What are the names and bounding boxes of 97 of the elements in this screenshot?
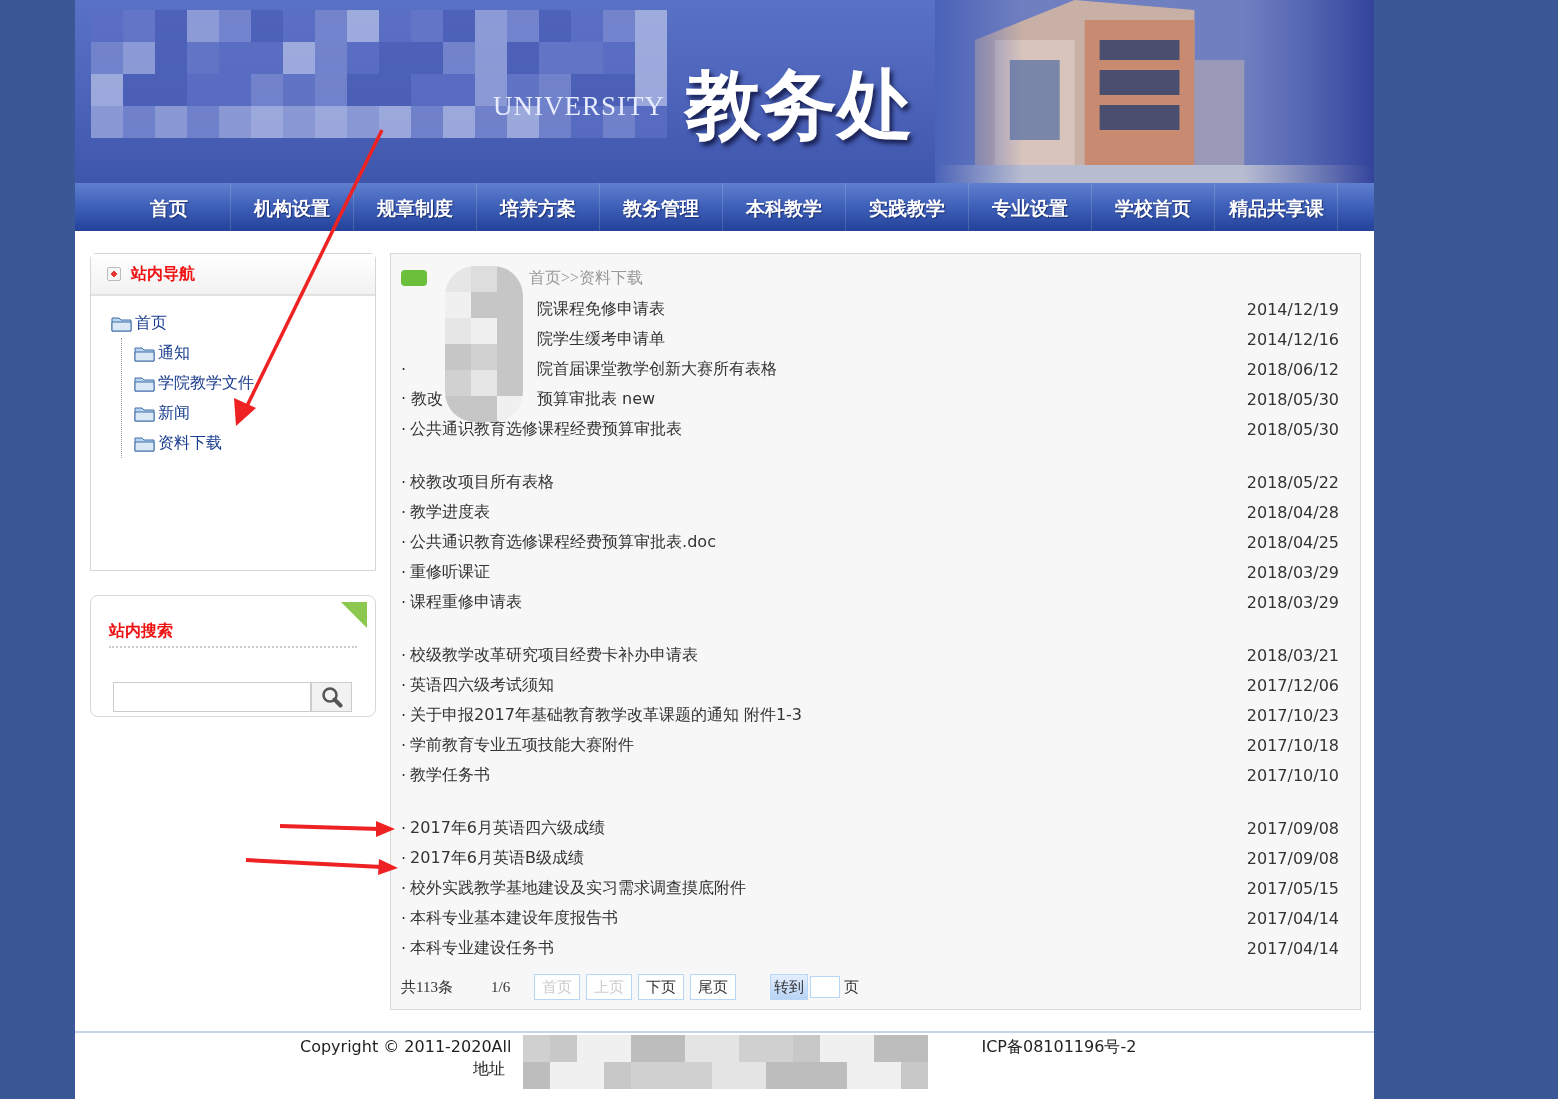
tree-item[interactable]: 通知 [158, 342, 190, 364]
folder-icon [134, 374, 156, 392]
file-link[interactable]: 院学生缓考申请单 [537, 328, 1247, 350]
date-text: 2018/05/30 [1246, 389, 1339, 409]
tab-icon [401, 270, 427, 286]
date-text: 2017/05/15 [1246, 878, 1339, 898]
file-link[interactable]: 课程重修申请表 [410, 591, 1247, 613]
nav-link[interactable]: 规章制度 [354, 183, 477, 231]
date-text: 2018/05/22 [1246, 472, 1339, 492]
file-link[interactable]: 公共通识教育选修课程经费预算审批表 [410, 418, 1247, 440]
bullet: · [401, 472, 407, 492]
pager-button[interactable]: 下页 [638, 974, 684, 1000]
page-unit: 页 [844, 977, 859, 997]
folder-icon [134, 434, 156, 452]
file-link[interactable]: 学前教育专业五项技能大赛附件 [410, 734, 1247, 756]
file-link[interactable]: 预算审批表 new [537, 388, 1247, 410]
pager-button[interactable]: 尾页 [690, 974, 736, 1000]
bullet: · [401, 502, 407, 522]
date-text: 2018/04/25 [1246, 532, 1339, 552]
file-link[interactable]: 校级教学改革研究项目经费卡补办申请表 [410, 644, 1247, 666]
folder-icon [134, 344, 156, 362]
file-link[interactable]: 教学进度表 [410, 501, 1247, 523]
tree-item[interactable]: 学院教学文件 [158, 372, 254, 394]
file-link[interactable]: 2017年6月英语四六级成绩 [410, 817, 1247, 839]
tree-item[interactable]: 首页 [135, 312, 167, 334]
date-text: 2017/10/10 [1246, 765, 1339, 785]
nav-link[interactable]: 专业设置 [969, 183, 1092, 231]
panel-title: 站内搜索 [109, 621, 173, 642]
bullet: · [401, 735, 407, 755]
nav-link[interactable]: 培养方案 [477, 183, 600, 231]
date-text: 2017/10/18 [1246, 735, 1339, 755]
bullet: · [401, 592, 407, 612]
date-text: 2017/09/08 [1246, 818, 1339, 838]
bullet: · [401, 645, 407, 665]
search-field[interactable] [113, 682, 311, 712]
file-link[interactable]: 本科专业基本建设年度报告书 [410, 907, 1247, 929]
date-text: 2018/03/21 [1246, 645, 1339, 665]
university-subtitle: UNIVERSITY [493, 91, 665, 122]
folder-icon [134, 404, 156, 422]
file-link[interactable]: 英语四六级考试须知 [410, 674, 1247, 696]
date-text: 2018/03/29 [1246, 592, 1339, 612]
search-icon [320, 686, 343, 708]
date-text: 2017/12/06 [1246, 675, 1339, 695]
date-text: 2018/04/28 [1246, 502, 1339, 522]
file-link[interactable]: 校教改项目所有表格 [410, 471, 1247, 493]
breadcrumb: 首页>>资料下载 [529, 267, 644, 288]
file-link[interactable]: 教学任务书 [410, 764, 1247, 786]
copyright-text: Copyright © 2011-2020All [300, 1036, 512, 1058]
date-text: 2017/04/14 [1246, 908, 1339, 928]
bullet: · [401, 419, 407, 439]
bullet: · [401, 908, 407, 928]
file-link[interactable]: 校外实践教学基地建设及实习需求调查摸底附件 [410, 877, 1247, 899]
bullet: · [401, 878, 407, 898]
file-link[interactable]: 本科专业建设任务书 [410, 937, 1247, 959]
panel-title: 站内导航 [131, 263, 195, 285]
date-text: 2018/05/30 [1246, 419, 1339, 439]
nav-link[interactable]: 学校首页 [1092, 183, 1215, 231]
nav-link[interactable]: 本科教学 [723, 183, 846, 231]
date-text: 2017/10/23 [1246, 705, 1339, 725]
date-text: 2018/06/12 [1246, 359, 1339, 379]
nav-link[interactable]: 实践教学 [846, 183, 969, 231]
page-field[interactable] [810, 976, 840, 998]
search-button[interactable] [311, 682, 352, 712]
folder-icon [111, 314, 133, 332]
file-link[interactable]: 2017年6月英语B级成绩 [410, 847, 1247, 869]
file-link[interactable]: 关于申报2017年基础教育教学改革课题的通知 附件1-3 [410, 704, 1247, 726]
date-text: 2014/12/16 [1246, 329, 1339, 349]
page-indicator: 1/6 [491, 978, 512, 996]
bullet: · [401, 818, 407, 838]
goto-button[interactable]: 转到 [770, 974, 808, 1000]
bullet: · [401, 675, 407, 695]
tree-item[interactable]: 新闻 [158, 402, 190, 424]
nav-link[interactable]: 首页 [108, 183, 231, 231]
address-label: 地址 [473, 1058, 505, 1080]
file-link[interactable]: 院首届课堂教学创新大赛所有表格 [537, 358, 1247, 380]
bullet: · [401, 765, 407, 785]
date-text: 2018/03/29 [1246, 562, 1339, 582]
file-link[interactable]: 公共通识教育选修课程经费预算审批表.doc [410, 531, 1247, 553]
total-count: 共113条 [401, 977, 454, 997]
bullet: · [401, 705, 407, 725]
date-text: 2014/12/19 [1246, 299, 1339, 319]
file-link[interactable]: 重修听课证 [410, 561, 1247, 583]
bullet: · [401, 848, 407, 868]
nav-link[interactable]: 精品共享课 [1215, 183, 1338, 231]
file-link[interactable]: 院课程免修申请表 [537, 298, 1247, 320]
site-title: 教务处 [685, 59, 913, 151]
bullet: · [401, 938, 407, 958]
bullet: · 教改 [401, 388, 444, 410]
bullet: · [401, 532, 407, 552]
nav-link[interactable]: 机构设置 [231, 183, 354, 231]
date-text: 2017/09/08 [1246, 848, 1339, 868]
bullet: · [401, 359, 407, 379]
nav-link[interactable]: 教务管理 [600, 183, 723, 231]
tree-item[interactable]: 资料下载 [158, 432, 222, 454]
date-text: 2017/04/14 [1246, 938, 1339, 958]
bullet: · [401, 562, 407, 582]
icp-text: ICP备08101196号-2 [981, 1036, 1137, 1058]
